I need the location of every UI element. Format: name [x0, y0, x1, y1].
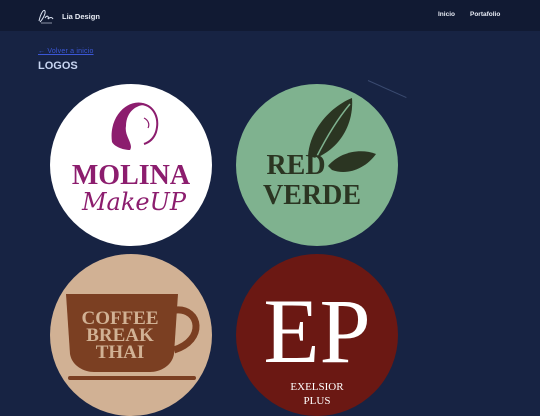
logo-molina-line1: MOLINA: [72, 160, 191, 191]
logo-exelsior-line2: PLUS: [304, 395, 331, 407]
woman-face-icon: [111, 102, 159, 150]
nav-link-inicio[interactable]: Inicio: [438, 11, 455, 18]
decorative-line: [367, 80, 407, 99]
logo-red-verde-line2: VERDE: [263, 180, 361, 211]
logo-red-verde[interactable]: RED VERDE: [236, 84, 398, 246]
brand-name: Lia Design: [62, 11, 100, 21]
nav-link-portafolio[interactable]: Portafolio: [470, 11, 500, 18]
logo-molina-makeup[interactable]: MOLINA MakeUP: [50, 84, 212, 246]
brand-logo-link[interactable]: Lia Design: [36, 4, 100, 28]
logo-red-verde-line1: RED: [266, 150, 325, 181]
logo-coffee-break-thai[interactable]: COFFEE BREAK THAI: [50, 254, 212, 416]
logo-exelsior-line1: EXELSIOR: [290, 381, 344, 393]
signature-logo-icon: [38, 9, 54, 24]
logo-molina-line2: MakeUP: [81, 188, 187, 216]
logo-exelsior-plus[interactable]: EP EXELSIOR PLUS: [236, 254, 398, 416]
logo-coffee-line3: THAI: [96, 342, 145, 363]
navbar: Lia Design Inicio Portafolio: [0, 0, 540, 31]
logo-exelsior-monogram: EP: [263, 280, 370, 382]
back-to-home-link[interactable]: ← Volver a inicio: [38, 48, 94, 55]
page-title: LOGOS: [38, 60, 78, 72]
